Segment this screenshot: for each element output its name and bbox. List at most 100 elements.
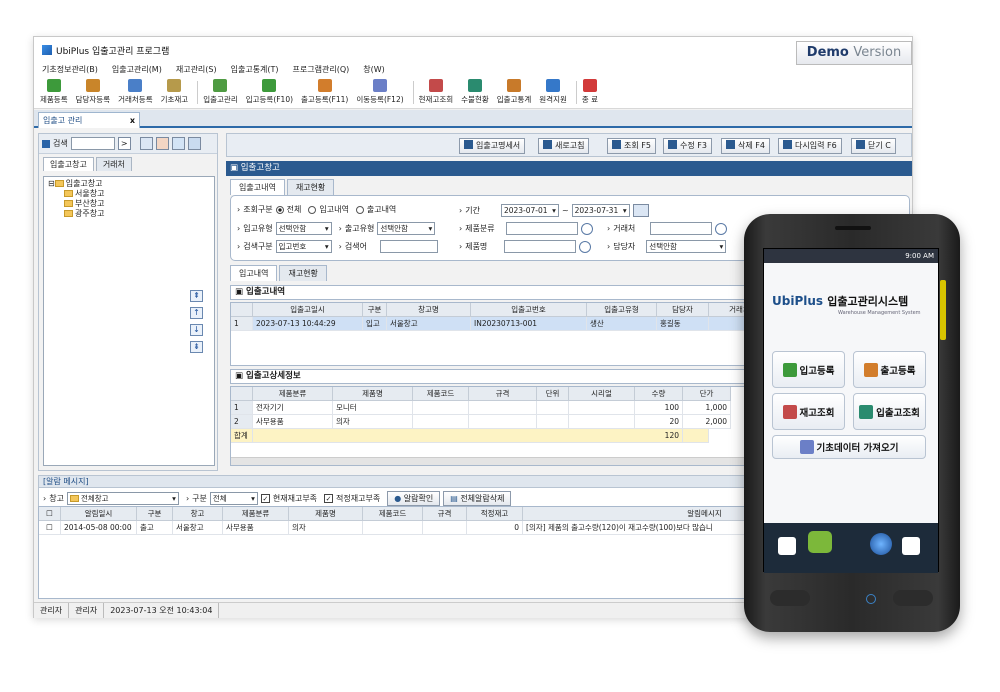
action-button[interactable]: 입출고명세서 <box>459 138 526 154</box>
menu-basic[interactable]: 기초정보관리(B) <box>42 63 98 77</box>
toolbar-button[interactable]: 담당자등록 <box>74 77 113 108</box>
toolbar-button[interactable]: 수불현황 <box>459 77 491 108</box>
row-number[interactable]: 1 <box>231 401 253 415</box>
calendar-icon[interactable] <box>632 204 649 217</box>
camera-icon[interactable] <box>902 537 920 555</box>
search-icon[interactable] <box>579 240 592 253</box>
nav-back-bar[interactable] <box>770 590 810 606</box>
action-button[interactable]: 닫기 C <box>851 138 896 154</box>
home-button-icon[interactable] <box>866 594 876 604</box>
toolbar-button[interactable]: 원격지원 <box>537 77 569 108</box>
toolbar-button[interactable]: 종 료 <box>580 77 600 108</box>
table-cell[interactable]: 사무용품 <box>253 415 333 429</box>
phone-out-register-button[interactable]: 출고등록 <box>853 351 926 388</box>
action-button[interactable]: 조회 F5 <box>607 138 656 154</box>
tree-root[interactable]: ⊟ 입출고창고 <box>48 179 210 189</box>
table-cell[interactable] <box>569 415 635 429</box>
tab-stock[interactable]: 재고현황 <box>279 265 327 281</box>
move-bottom-button[interactable]: ⇟ <box>190 341 203 353</box>
table-cell[interactable]: 출고 <box>137 521 173 535</box>
alarm-delete-all-button[interactable]: ▤ 전체알람삭제 <box>443 491 512 506</box>
alarm-wh-select[interactable]: 전체창고 ▾ <box>66 492 179 505</box>
toolbar-button[interactable]: 입출고통계 <box>495 77 534 108</box>
table-cell[interactable]: 1,000 <box>683 401 731 415</box>
tree-item[interactable]: 서울창고 <box>48 189 210 199</box>
search-type-select[interactable]: 입고번호 ▾ <box>275 240 332 253</box>
browser-icon[interactable] <box>870 533 892 555</box>
tree-item[interactable]: 광주창고 <box>48 209 210 219</box>
phone-basic-data-button[interactable]: 기초데이터 가져오기 <box>772 435 926 459</box>
date-to-select[interactable]: 2023-07-31 ▾ <box>571 204 630 217</box>
tab-close-icon[interactable]: x <box>130 113 135 128</box>
table-cell[interactable]: 의자 <box>333 415 413 429</box>
tab-inout-history[interactable]: 입출고내역 <box>230 179 285 195</box>
checkbox-proper-stock[interactable]: ✓ <box>324 494 334 503</box>
tree-tool-icon-1[interactable] <box>139 137 153 150</box>
action-button[interactable]: 수정 F3 <box>663 138 712 154</box>
table-cell[interactable]: 서울창고 <box>173 521 223 535</box>
table-cell[interactable] <box>423 521 467 535</box>
radio-in[interactable] <box>308 205 317 214</box>
search-input[interactable] <box>70 137 115 150</box>
row-number[interactable]: 2 <box>231 415 253 429</box>
toolbar-button[interactable]: 입출고관리 <box>201 77 240 108</box>
table-cell[interactable]: 홍길동 <box>657 317 709 331</box>
action-button[interactable]: 새로고침 <box>538 138 590 154</box>
menu-program[interactable]: 프로그램관리(Q) <box>293 63 350 77</box>
table-cell[interactable]: 의자 <box>289 521 363 535</box>
toolbar-button[interactable]: 이동등록(F12) <box>354 77 405 108</box>
customer-input[interactable] <box>650 222 713 235</box>
table-cell[interactable]: 20 <box>635 415 683 429</box>
tab-customer[interactable]: 거래처 <box>95 157 132 171</box>
phone-inout-query-button[interactable]: 입출고조회 <box>853 393 926 430</box>
table-cell[interactable]: 사무용품 <box>223 521 289 535</box>
table-cell[interactable]: 모니터 <box>333 401 413 415</box>
tree-item[interactable]: 부산창고 <box>48 199 210 209</box>
alarm-confirm-button[interactable]: ● 알람확인 <box>387 491 441 506</box>
table-cell[interactable]: 생산 <box>587 317 657 331</box>
search-icon[interactable] <box>580 222 593 235</box>
table-cell[interactable]: 2,000 <box>683 415 731 429</box>
table-cell[interactable]: 2023-07-13 10:44:29 <box>253 317 363 331</box>
phone-stock-query-button[interactable]: 재고조회 <box>772 393 845 430</box>
phone-in-register-button[interactable]: 입고등록 <box>772 351 845 388</box>
table-cell[interactable] <box>569 401 635 415</box>
action-button[interactable]: 다시입력 F6 <box>778 138 842 154</box>
tree-tool-icon-3[interactable] <box>171 137 185 150</box>
table-cell[interactable]: 2014-05-08 00:00 <box>61 521 137 535</box>
product-input[interactable] <box>504 240 577 253</box>
action-button[interactable]: 삭제 F4 <box>721 138 770 154</box>
checkbox-current-stock[interactable]: ✓ <box>260 494 270 503</box>
tab-stock-status[interactable]: 재고현황 <box>286 179 335 195</box>
search-icon[interactable] <box>715 222 728 235</box>
table-cell[interactable] <box>413 401 469 415</box>
menu-inout[interactable]: 입출고관리(M) <box>112 63 162 77</box>
table-cell[interactable] <box>537 401 569 415</box>
menu-stats[interactable]: 입출고통계(T) <box>231 63 279 77</box>
phone-call-icon[interactable] <box>778 537 796 555</box>
message-icon[interactable] <box>808 531 832 553</box>
out-type-select[interactable]: 선택안함 ▾ <box>377 222 436 235</box>
move-top-button[interactable]: ⇞ <box>190 290 203 302</box>
menu-window[interactable]: 창(W) <box>363 63 385 77</box>
move-up-button[interactable]: ↑ <box>190 307 203 319</box>
date-from-select[interactable]: 2023-07-01 ▾ <box>500 204 559 217</box>
row-number[interactable]: 1 <box>231 317 253 331</box>
row-number[interactable]: ☐ <box>39 521 61 535</box>
table-cell[interactable]: 전자기기 <box>253 401 333 415</box>
toolbar-button[interactable]: 입고등록(F10) <box>244 77 295 108</box>
table-cell[interactable]: 100 <box>635 401 683 415</box>
move-down-button[interactable]: ↓ <box>190 324 203 336</box>
tab-in-history[interactable]: 입고내역 <box>230 265 278 281</box>
table-cell[interactable] <box>469 401 537 415</box>
keyword-input[interactable] <box>379 240 438 253</box>
menu-stock[interactable]: 재고관리(S) <box>176 63 217 77</box>
category-input[interactable] <box>505 222 578 235</box>
tree-tool-icon-2[interactable] <box>155 137 169 150</box>
alarm-type-select[interactable]: 전체 ▾ <box>209 492 258 505</box>
toolbar-button[interactable]: 현재고조회 <box>417 77 456 108</box>
table-cell[interactable]: 입고 <box>363 317 387 331</box>
table-cell[interactable] <box>537 415 569 429</box>
radio-out[interactable] <box>355 205 364 214</box>
in-type-select[interactable]: 선택안함 ▾ <box>275 222 332 235</box>
